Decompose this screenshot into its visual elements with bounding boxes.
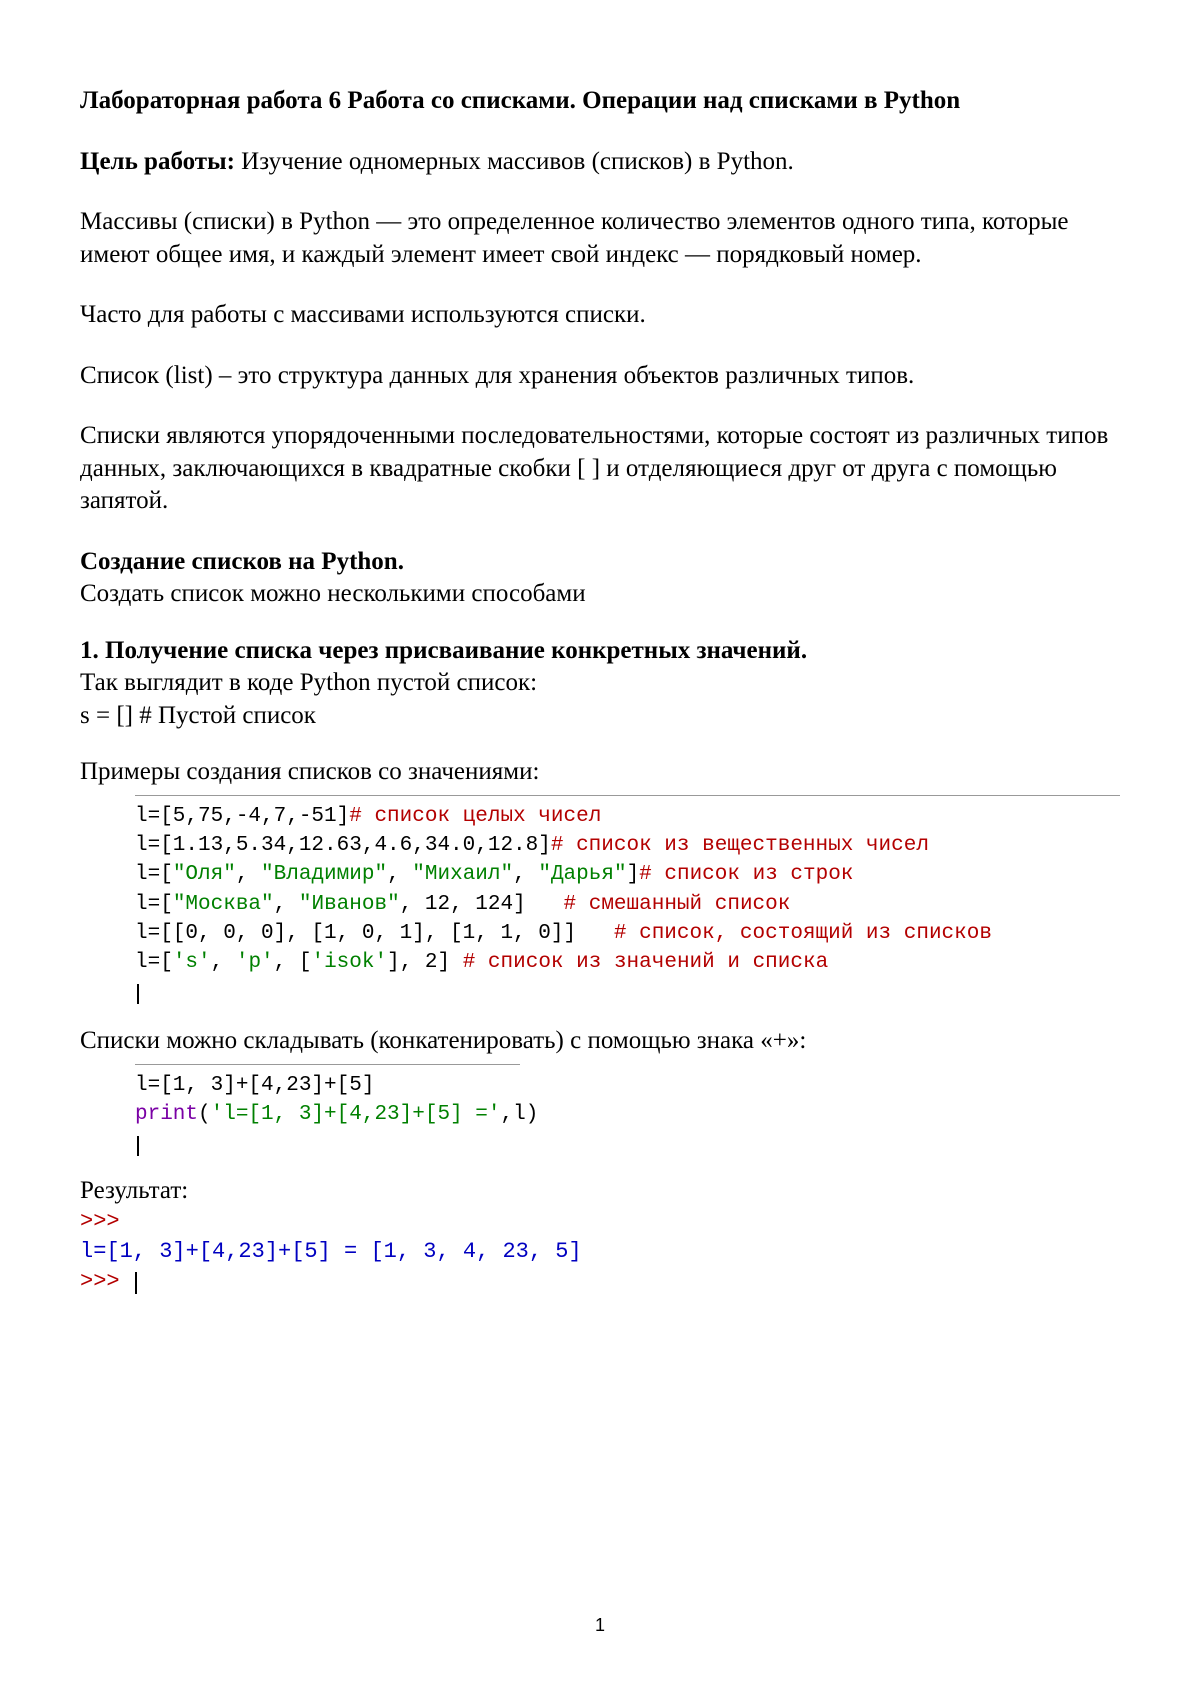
code-line: l=[5,75,-4,7,-51]# список целых чисел	[135, 802, 1120, 831]
result-prompt-1: >>>	[80, 1207, 1120, 1237]
code-line: l=[1.13,5.34,12.63,4.6,34.0,12.8]# списо…	[135, 831, 1120, 860]
goal-paragraph: Цель работы: Изучение одномерных массиво…	[80, 146, 1120, 179]
page-number: 1	[0, 1615, 1200, 1636]
paragraph-6: Списки можно складывать (конкатенировать…	[80, 1025, 1120, 1058]
subheading-assignment: 1. Получение списка через присваивание к…	[80, 635, 1120, 668]
code-cursor-line	[135, 978, 1120, 1007]
section-assignment: 1. Получение списка через присваивание к…	[80, 635, 1120, 733]
paragraph-2: Часто для работы с массивами используютс…	[80, 299, 1120, 332]
code-block-1: l=[5,75,-4,7,-51]# список целых чисел l=…	[135, 795, 1120, 1008]
paragraph-3: Список (list) – это структура данных для…	[80, 360, 1120, 393]
goal-label: Цель работы:	[80, 148, 235, 175]
code-line: l=[1, 3]+[4,23]+[5]	[135, 1071, 520, 1100]
heading-create-lists: Создание списков на Python.	[80, 546, 1120, 579]
goal-text: Изучение одномерных массивов (списков) в…	[235, 148, 794, 175]
assignment-desc-2: s = [] # Пустой список	[80, 700, 1120, 733]
code-line: l=["Москва", "Иванов", 12, 124] # смешан…	[135, 890, 1120, 919]
code-line: print('l=[1, 3]+[4,23]+[5] =',l)	[135, 1100, 520, 1129]
result-label: Результат:	[80, 1175, 1120, 1208]
text-cursor-icon	[137, 1136, 139, 1156]
document-title: Лабораторная работа 6 Работа со списками…	[80, 85, 1120, 118]
paragraph-5: Примеры создания списков со значениями:	[80, 756, 1120, 789]
code-line: l=["Оля", "Владимир", "Михаил", "Дарья"]…	[135, 860, 1120, 889]
code-line: l=[[0, 0, 0], [1, 0, 1], [1, 1, 0]] # сп…	[135, 919, 1120, 948]
text-cursor-icon	[135, 1272, 137, 1294]
assignment-desc-1: Так выглядит в коде Python пустой список…	[80, 667, 1120, 700]
text-cursor-icon	[137, 984, 139, 1004]
result-prompt-2: >>>	[80, 1267, 1120, 1297]
result-output: l=[1, 3]+[4,23]+[5] = [1, 3, 4, 23, 5]	[80, 1237, 1120, 1267]
code-block-2: l=[1, 3]+[4,23]+[5] print('l=[1, 3]+[4,2…	[135, 1064, 520, 1159]
paragraph-4: Списки являются упорядоченными последова…	[80, 420, 1120, 518]
code-cursor-line	[135, 1130, 520, 1159]
code-line: l=['s', 'p', ['isok'], 2] # список из зн…	[135, 948, 1120, 977]
document-page: Лабораторная работа 6 Работа со списками…	[0, 0, 1200, 1296]
section-create-lists: Создание списков на Python. Создать спис…	[80, 546, 1120, 611]
heading-create-lists-desc: Создать список можно несколькими способа…	[80, 578, 1120, 611]
paragraph-1: Массивы (списки) в Python — это определе…	[80, 206, 1120, 271]
